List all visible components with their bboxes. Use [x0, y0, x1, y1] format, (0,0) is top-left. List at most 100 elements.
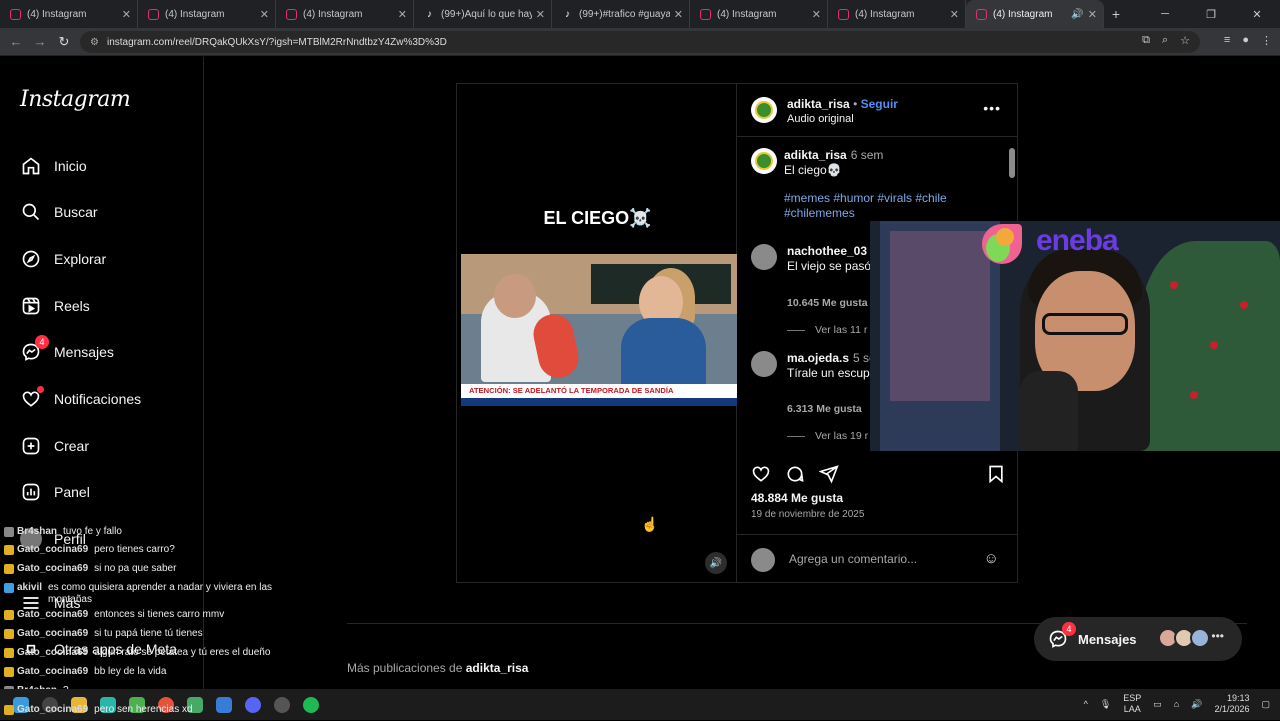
new-tab-button[interactable]: + [1104, 6, 1128, 22]
zoom-icon[interactable]: ⌕ [1162, 34, 1168, 47]
save-icon[interactable] [986, 464, 1006, 484]
reels-icon [20, 295, 42, 317]
author-avatar[interactable] [751, 97, 777, 123]
chat-message: Br4shan tuvo fe y fallo [4, 526, 304, 538]
notification-badge: 4 [35, 335, 49, 349]
clock[interactable]: 19:13 2/1/2026 [1214, 693, 1249, 715]
chat-message: Gato_cocina69 pero sen herencias xd [4, 704, 304, 716]
add-comment-bar: Agrega un comentario... ☺ [737, 534, 1017, 584]
media-control-icon[interactable]: ≡ [1224, 34, 1230, 47]
browser-menu-icon[interactable]: ⋮ [1261, 34, 1272, 47]
chart-icon [20, 481, 42, 503]
tab-strip: (4) Instagram ✕ (4) Instagram ✕ (4) Instag… [0, 0, 1280, 28]
browser-tab-active[interactable]: (4) Instagram 🔊 ✕ [966, 0, 1104, 28]
instagram-logo[interactable]: Instagram [20, 87, 131, 112]
forward-icon[interactable]: → [28, 34, 52, 49]
url-text: instagram.com/reel/DRQakQUkXsY/?igsh=MTB… [106, 36, 447, 48]
search-icon [20, 201, 42, 223]
chevron-up-icon[interactable]: ^ [1084, 699, 1088, 709]
browser-tab[interactable]: (4) Instagram ✕ [690, 0, 828, 28]
browser-tab[interactable]: (4) Instagram ✕ [276, 0, 414, 28]
hashtags[interactable]: #memes #humor #virals #chile #chilememes [784, 191, 954, 221]
video-caption: EL CIEGO☠️ [543, 208, 652, 228]
close-tab-icon[interactable]: ✕ [398, 8, 407, 21]
badge-icon [4, 648, 14, 658]
reel-video[interactable]: EL CIEGO☠️ ATENCIÓN: SE ADELANTÓ LA TEMP… [456, 83, 737, 583]
messenger-icon: 4 [20, 335, 49, 363]
sidebar-item-create[interactable]: Crear [20, 433, 89, 459]
share-icon[interactable] [819, 464, 839, 484]
audio-label[interactable]: Audio original [787, 113, 854, 125]
close-tab-icon[interactable]: ✕ [122, 8, 131, 21]
badge-icon [4, 527, 14, 537]
user-avatar [751, 548, 775, 572]
minimize-icon[interactable]: ─ [1142, 8, 1188, 20]
view-replies[interactable]: Ver las 19 r [787, 430, 868, 442]
display-icon[interactable]: ▭ [1153, 699, 1162, 710]
more-posts-heading: Más publicaciones de adikta_risa [347, 661, 529, 675]
post-date: 19 de noviembre de 2025 [751, 509, 865, 520]
chat-message: Gato_cocina69 bb ley de la vida [4, 666, 304, 678]
reload-icon[interactable]: ↻ [52, 34, 76, 50]
address-bar[interactable]: ⚙ instagram.com/reel/DRQakQUkXsY/?igsh=M… [80, 31, 1200, 53]
language-indicator[interactable]: ESP LAA [1123, 693, 1141, 715]
browser-tab[interactable]: (4) Instagram ✕ [0, 0, 138, 28]
close-tab-icon[interactable]: ✕ [260, 8, 269, 21]
follow-button[interactable]: Seguir [861, 97, 898, 111]
browser-tab[interactable]: ♪(99+)Aquí lo que hay es c✕ [414, 0, 552, 28]
notification-icon[interactable]: ▢ [1261, 699, 1270, 710]
close-window-icon[interactable]: ✕ [1234, 8, 1280, 21]
sidebar-item-messages[interactable]: 4 Mensajes [20, 335, 114, 365]
volume-icon[interactable]: 🔊 [1191, 699, 1202, 710]
instagram-icon [10, 8, 21, 20]
site-info-icon[interactable]: ⚙ [90, 37, 99, 48]
volume-icon[interactable]: 🔊 [705, 552, 727, 574]
sidebar-item-dashboard[interactable]: Panel [20, 479, 90, 505]
badge-icon [4, 545, 14, 555]
maximize-icon[interactable]: ❐ [1188, 8, 1234, 21]
sidebar-item-reels[interactable]: Reels [20, 293, 90, 319]
speaker-icon[interactable]: 🔊 [1071, 9, 1083, 20]
close-tab-icon[interactable]: ✕ [950, 8, 959, 21]
messages-pill[interactable]: 4 Mensajes ••• [1034, 617, 1242, 661]
close-tab-icon[interactable]: ✕ [536, 8, 545, 21]
commenter-avatar[interactable] [751, 244, 777, 270]
more-icon[interactable]: ••• [1211, 629, 1224, 643]
close-tab-icon[interactable]: ✕ [1088, 8, 1097, 21]
back-icon[interactable]: ← [4, 34, 28, 49]
bookmark-star-icon[interactable]: ☆ [1180, 34, 1190, 47]
profile-icon[interactable]: ● [1242, 34, 1249, 47]
author-username[interactable]: adikta_risa [787, 97, 850, 111]
avatar [1190, 628, 1210, 648]
comment-input[interactable]: Agrega un comentario... [789, 552, 917, 566]
close-tab-icon[interactable]: ✕ [674, 8, 683, 21]
messenger-icon: 4 [1048, 622, 1076, 649]
author-avatar[interactable] [751, 148, 777, 174]
comment-icon[interactable] [785, 464, 805, 484]
browser-tab[interactable]: ♪(99+)#trafico #guayaquil✕ [552, 0, 690, 28]
sidebar-item-notifications[interactable]: Notificaciones [20, 386, 141, 412]
spotify-icon[interactable] [303, 696, 319, 713]
network-icon[interactable]: ⌂ [1174, 699, 1179, 709]
browser-tab[interactable]: (4) Instagram ✕ [138, 0, 276, 28]
sidebar-item-explore[interactable]: Explorar [20, 246, 106, 272]
comment-likes[interactable]: 10.645 Me gusta [787, 297, 868, 309]
close-tab-icon[interactable]: ✕ [812, 8, 821, 21]
more-options-icon[interactable]: ••• [983, 100, 1001, 116]
more-posts-username[interactable]: adikta_risa [466, 661, 529, 675]
emoji-icon[interactable]: ☺ [984, 550, 999, 567]
badge-icon [4, 583, 14, 593]
like-count[interactable]: 48.884 Me gusta [751, 491, 843, 505]
sponsor-logo: eneba [978, 220, 1158, 268]
sidebar-item-home[interactable]: Inicio [20, 153, 87, 179]
view-replies[interactable]: Ver las 11 r [787, 324, 867, 336]
badge-icon [4, 564, 14, 574]
news-ticker [461, 398, 737, 406]
browser-tab[interactable]: (4) Instagram ✕ [828, 0, 966, 28]
tiktok-icon: ♪ [565, 8, 570, 20]
cast-icon[interactable]: ⧉ [1142, 34, 1150, 47]
mic-icon[interactable]: 🎙 [1100, 699, 1111, 710]
commenter-avatar[interactable] [751, 351, 777, 377]
like-icon[interactable] [751, 464, 771, 484]
sidebar-item-search[interactable]: Buscar [20, 199, 98, 225]
